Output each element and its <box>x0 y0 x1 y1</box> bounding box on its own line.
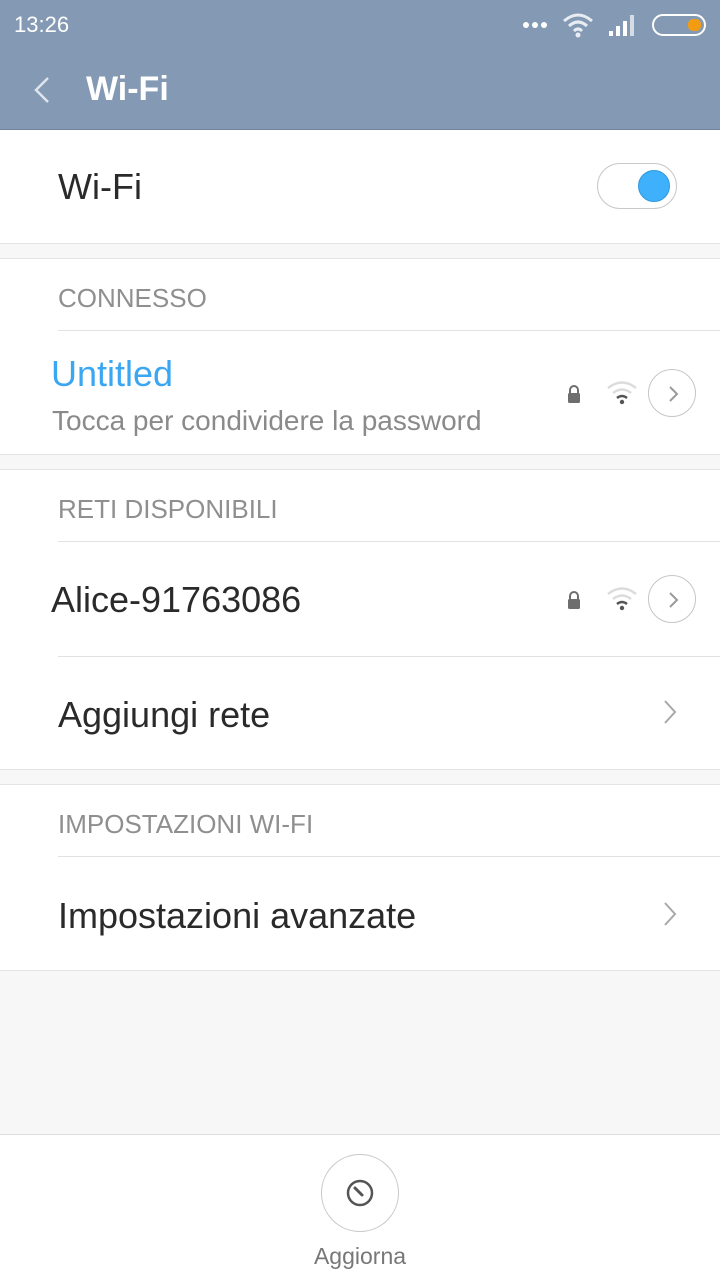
wifi-strength-icon <box>607 381 637 405</box>
connected-network-name: Untitled <box>51 353 174 394</box>
chevron-right-icon <box>664 700 677 724</box>
wifi-toggle-switch[interactable] <box>597 163 677 209</box>
battery-icon <box>652 14 706 36</box>
section-header-settings: IMPOSTAZIONI WI-FI <box>58 809 314 839</box>
chevron-right-icon <box>664 902 677 926</box>
connected-network-row[interactable]: Untitled Tocca per condividere la passwo… <box>0 331 720 455</box>
status-bar: 13:26 <box>0 0 720 50</box>
available-networks-section: RETI DISPONIBILI Alice-91763086 Aggiungi… <box>0 469 720 770</box>
section-header-available: RETI DISPONIBILI <box>58 494 278 524</box>
more-dots-icon <box>523 22 547 28</box>
section-header-connected: CONNESSO <box>58 283 207 313</box>
wifi-settings-section: IMPOSTAZIONI WI-FI Impostazioni avanzate <box>0 784 720 971</box>
chevron-right-icon <box>669 386 679 402</box>
status-icons <box>522 10 708 40</box>
page-title: Wi-Fi <box>86 70 169 108</box>
network-row[interactable]: Alice-91763086 <box>0 542 720 656</box>
connected-section: CONNESSO Untitled Tocca per condividere … <box>0 258 720 455</box>
connected-network-subtitle: Tocca per condividere la password <box>52 405 482 436</box>
lock-icon <box>568 385 580 403</box>
advanced-settings-label: Impostazioni avanzate <box>58 895 417 936</box>
refresh-label: Aggiorna <box>313 1243 407 1269</box>
wifi-toggle-section: Wi-Fi <box>0 130 720 244</box>
wifi-signal-icon <box>563 13 593 38</box>
back-arrow-icon[interactable] <box>26 72 62 108</box>
toggle-knob <box>638 170 670 202</box>
advanced-settings-row[interactable]: Impostazioni avanzate <box>0 857 720 971</box>
network-details-button[interactable] <box>648 575 696 623</box>
lock-icon <box>568 591 580 609</box>
wifi-toggle-label: Wi-Fi <box>58 166 142 207</box>
refresh-button[interactable] <box>321 1154 399 1232</box>
status-time: 13:26 <box>14 12 70 37</box>
wifi-strength-icon <box>607 587 637 611</box>
add-network-row[interactable]: Aggiungi rete <box>0 657 720 770</box>
network-name: Alice-91763086 <box>51 579 302 620</box>
cell-signal-icon <box>609 15 634 36</box>
add-network-label: Aggiungi rete <box>58 694 271 735</box>
refresh-icon <box>346 1179 374 1207</box>
title-bar: Wi-Fi <box>0 50 720 130</box>
bottom-action-bar: Aggiorna <box>0 1134 720 1280</box>
network-details-button[interactable] <box>648 369 696 417</box>
chevron-right-icon <box>669 592 679 608</box>
